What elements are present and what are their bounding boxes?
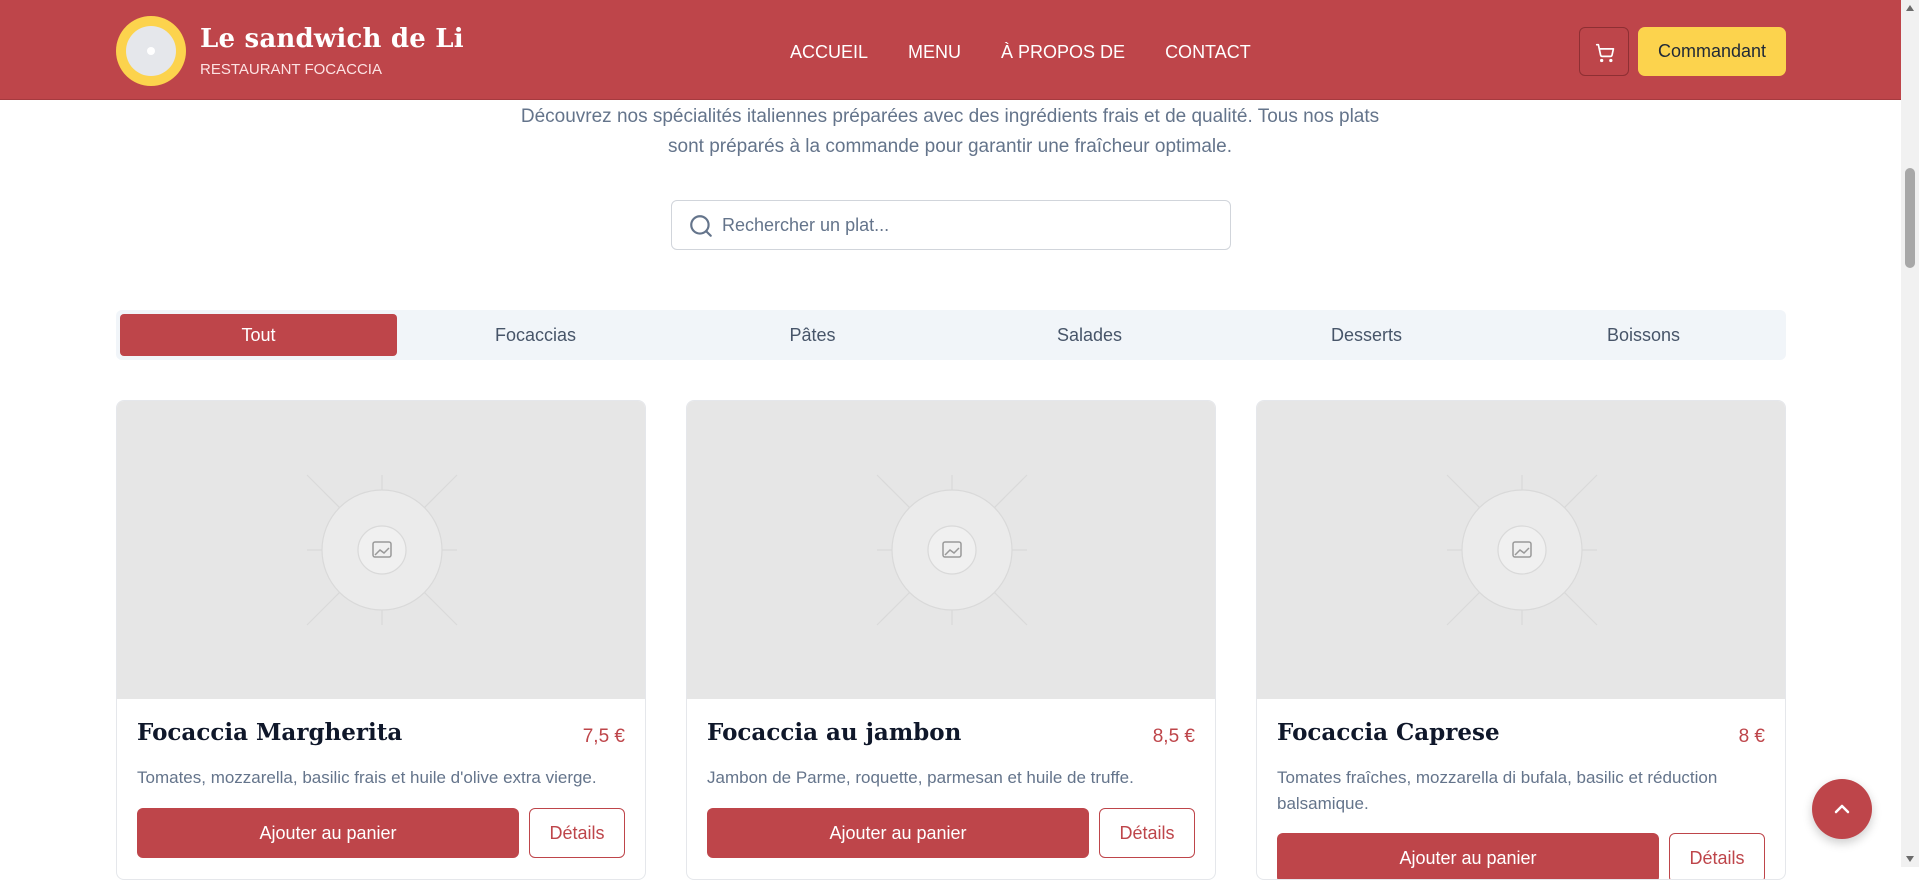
search-icon [690,215,712,237]
product-description: Tomates, mozzarella, basilic frais et hu… [137,768,597,787]
nav-item-menu[interactable]: MENU [908,42,961,63]
nav-item-a-propos[interactable]: À PROPOS DE [1001,42,1125,63]
chevron-up-icon [1834,804,1850,814]
logo[interactable] [116,16,186,86]
details-button[interactable]: Détails [1669,833,1765,879]
tab-desserts[interactable]: Desserts [1228,314,1505,356]
scroll-down-arrow-icon[interactable] [1906,856,1914,862]
cart-button[interactable] [1579,27,1629,76]
category-tabs: Tout Focaccias Pâtes Salades Desserts Bo… [116,310,1786,360]
product-card: Focaccia Margherita 7,5 € Tomates, mozza… [116,400,646,880]
main-nav: ACCUEIL MENU À PROPOS DE CONTACT [790,42,1291,63]
brand-subtitle: RESTAURANT FOCACCIA [200,61,382,78]
product-description: Jambon de Parme, roquette, parmesan et h… [707,768,1134,787]
product-price: 7,5 € [582,726,625,747]
logo-image-placeholder [126,26,176,76]
search-box [671,200,1231,250]
product-card: Focaccia au jambon 8,5 € Jambon de Parme… [686,400,1216,880]
product-description: Tomates fraîches, mozzarella di bufala, … [1277,768,1718,813]
details-button[interactable]: Détails [529,808,625,858]
tab-focaccias[interactable]: Focaccias [397,314,674,356]
add-to-cart-button[interactable]: Ajouter au panier [137,808,519,858]
nav-item-accueil[interactable]: ACCUEIL [790,42,868,63]
search-input[interactable] [722,201,1222,249]
add-to-cart-button[interactable]: Ajouter au panier [1277,833,1659,879]
product-image-placeholder[interactable] [117,401,645,699]
image-placeholder-icon [876,474,1028,626]
menu-intro-text: Découvrez nos spécialités italiennes pré… [520,106,1380,157]
image-placeholder-icon [306,474,458,626]
product-image-placeholder[interactable] [687,401,1215,699]
product-name: Focaccia au jambon [707,719,962,746]
product-card: Focaccia Caprese 8 € Tomates fraîches, m… [1256,400,1786,880]
tab-pates[interactable]: Pâtes [674,314,951,356]
scrollbar-thumb[interactable] [1905,168,1915,268]
product-price: 8,5 € [1152,726,1195,747]
product-name: Focaccia Caprese [1277,719,1500,746]
add-to-cart-button[interactable]: Ajouter au panier [707,808,1089,858]
page-scrollbar[interactable] [1901,0,1919,867]
product-price: 8 € [1738,726,1765,747]
logo-dot [147,47,155,55]
brand-title[interactable]: Le sandwich de Li [200,24,464,54]
details-button[interactable]: Détails [1099,808,1195,858]
product-name: Focaccia Margherita [137,719,403,746]
site-header: Le sandwich de Li RESTAURANT FOCACCIA AC… [0,0,1901,100]
image-placeholder-icon [1446,474,1598,626]
tab-boissons[interactable]: Boissons [1505,314,1782,356]
tab-tout[interactable]: Tout [120,314,397,356]
tab-salades[interactable]: Salades [951,314,1228,356]
order-button[interactable]: Commandant [1638,27,1786,76]
shopping-cart-icon [1595,43,1615,63]
product-image-placeholder[interactable] [1257,401,1785,699]
scroll-to-top-button[interactable] [1812,779,1872,839]
scroll-up-arrow-icon[interactable] [1906,5,1914,11]
nav-item-contact[interactable]: CONTACT [1165,42,1251,63]
